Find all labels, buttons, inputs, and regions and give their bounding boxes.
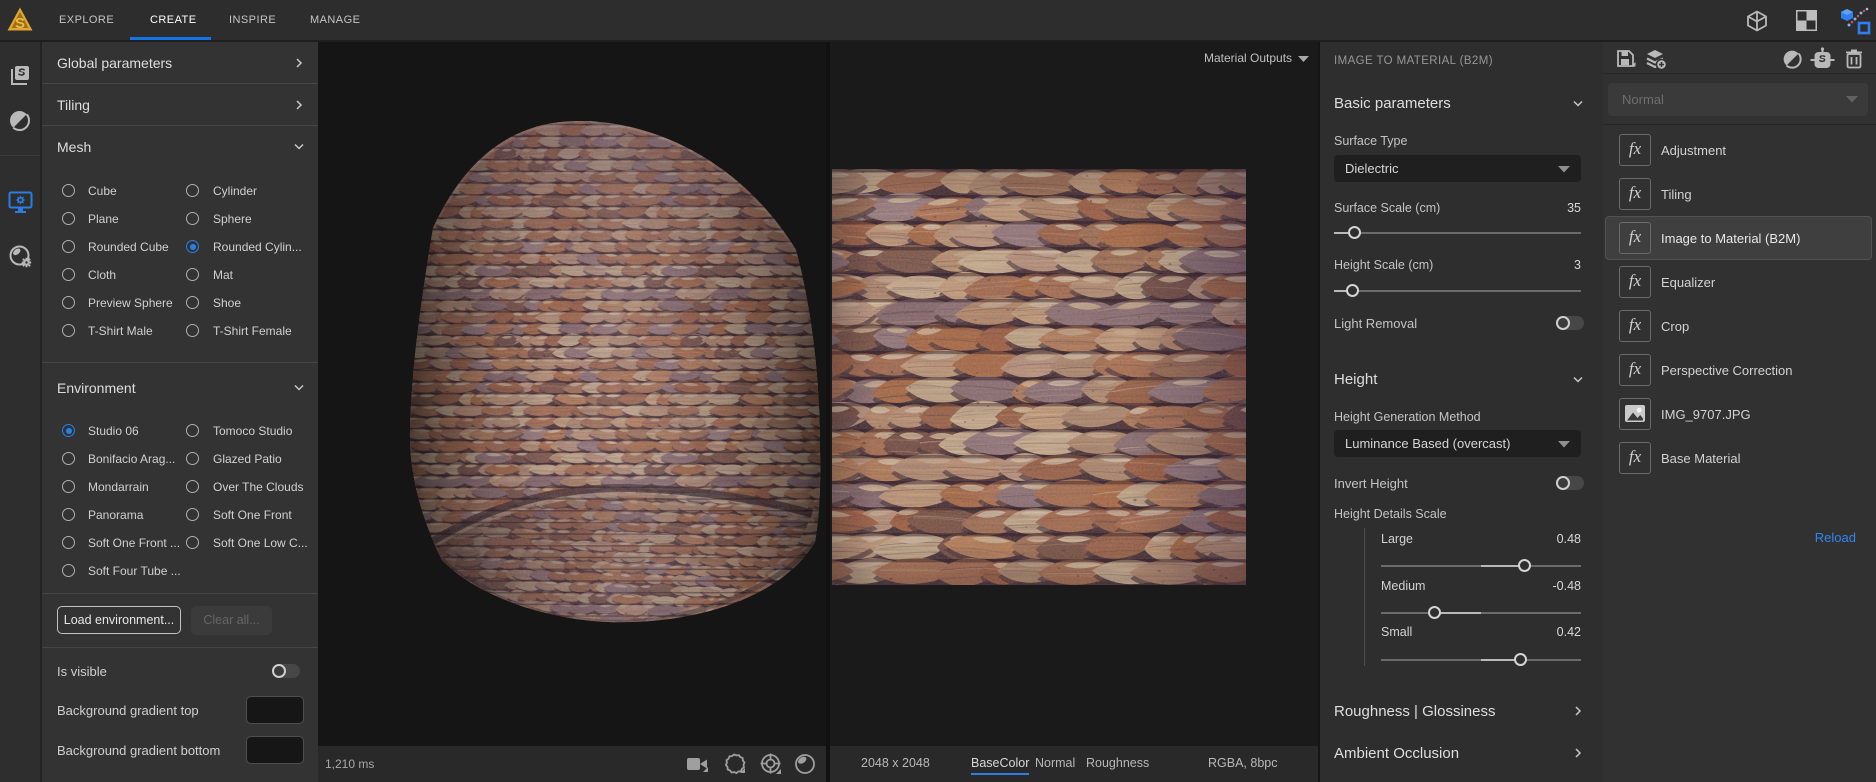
svg-text:S: S [15, 15, 25, 32]
